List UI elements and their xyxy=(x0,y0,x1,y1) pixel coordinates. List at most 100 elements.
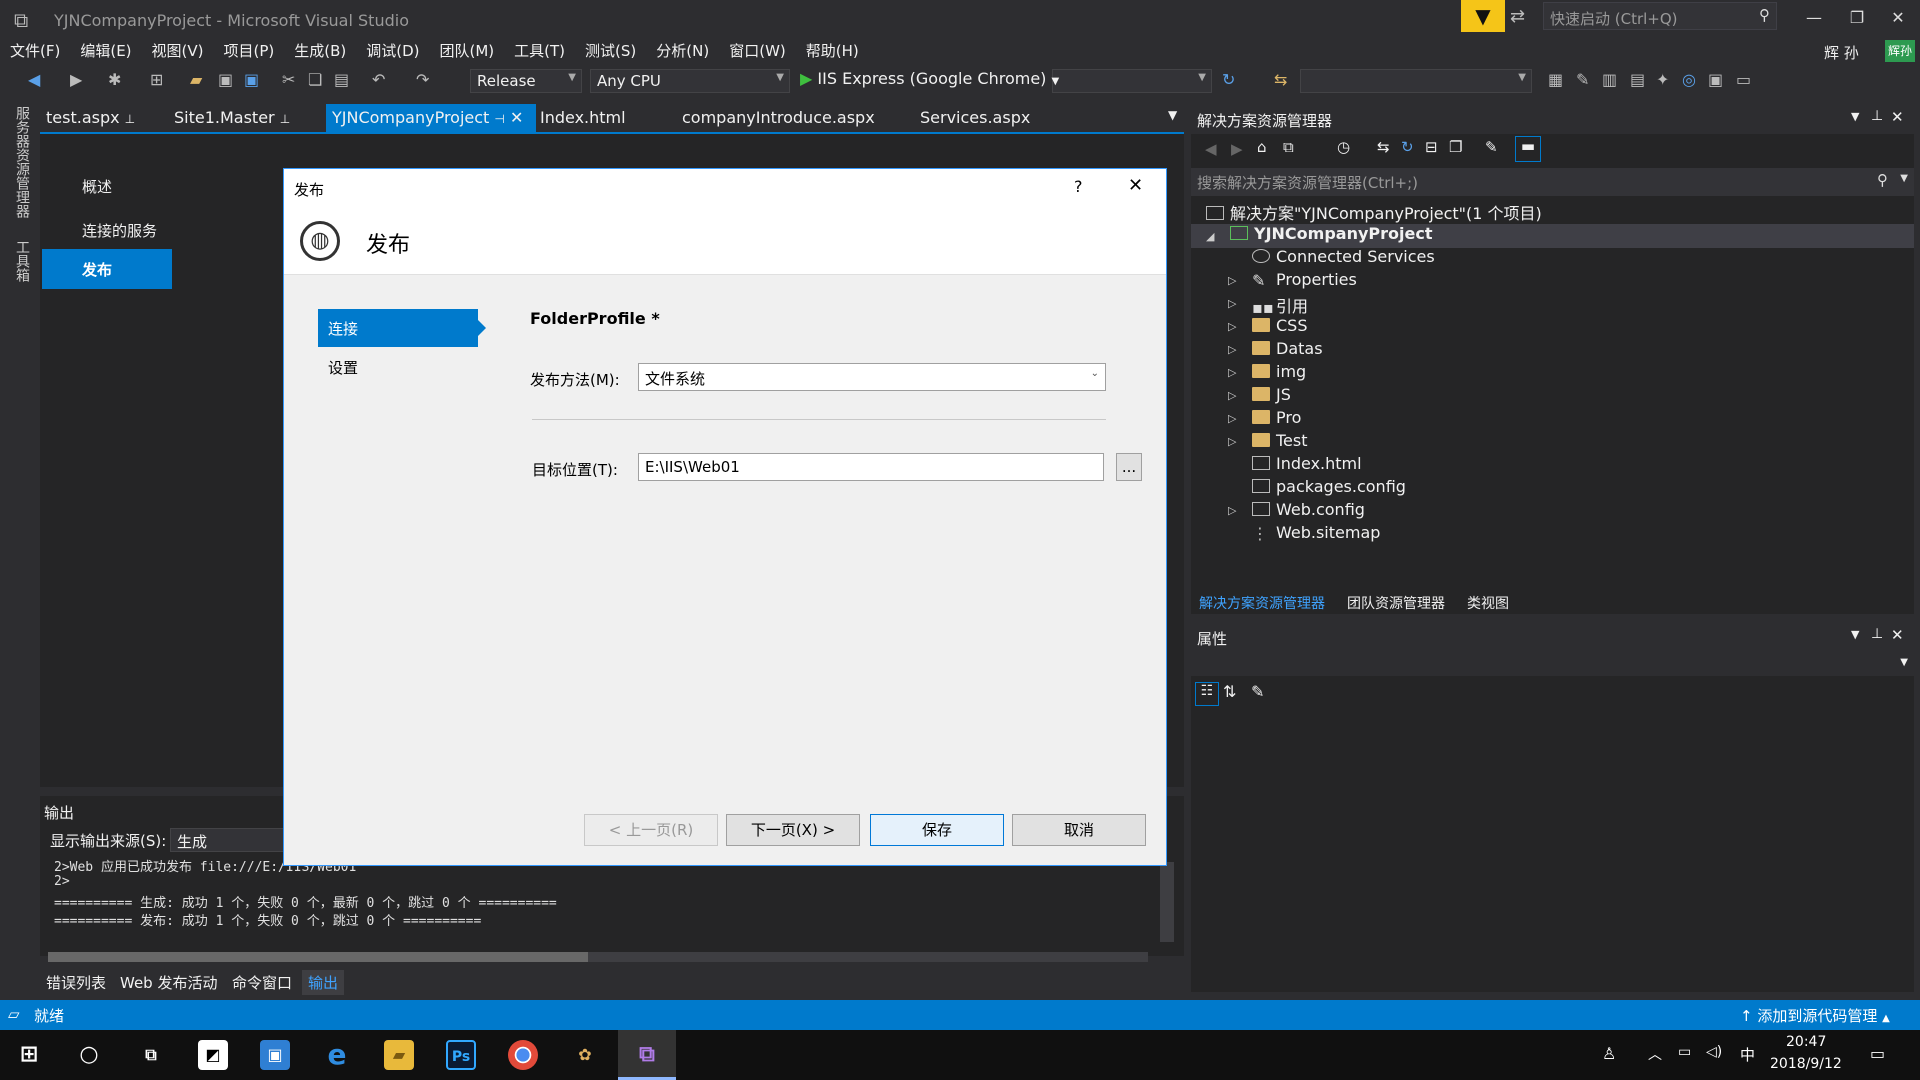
properties-object-select[interactable]: ▼ xyxy=(1191,652,1914,676)
restore-button[interactable]: ❐ xyxy=(1837,4,1877,32)
tree-item-packages-config[interactable]: packages.config xyxy=(1252,477,1406,496)
nav-connected-services[interactable]: 连接的服务 xyxy=(82,220,157,241)
expand-arrow-icon[interactable]: ▷ xyxy=(1228,389,1236,402)
avatar[interactable]: 辉孙 xyxy=(1885,40,1915,62)
menu-test[interactable]: 测试(S) xyxy=(575,40,646,62)
expand-arrow-icon[interactable]: ▷ xyxy=(1228,297,1236,310)
panel-menu-icon[interactable]: ▼ xyxy=(1851,628,1859,641)
collapse-arrow-icon[interactable]: ◢ xyxy=(1206,230,1214,243)
back-icon[interactable]: ◀ xyxy=(28,70,40,89)
sticky-notes-icon[interactable]: ◩ xyxy=(198,1040,228,1070)
dialog-nav-connection[interactable]: 连接 xyxy=(318,309,478,347)
menu-window[interactable]: 窗口(W) xyxy=(719,40,796,62)
forward-icon[interactable]: ▶ xyxy=(70,70,82,89)
undo-icon[interactable]: ↶ xyxy=(372,70,385,89)
toolbox-icon[interactable]: ▤ xyxy=(1630,70,1645,89)
target-location-input[interactable]: E:\IIS\Web01 xyxy=(638,453,1104,481)
property-pages-icon[interactable]: ✎ xyxy=(1251,682,1264,701)
show-all-files-icon[interactable]: ❐ xyxy=(1449,138,1462,156)
action-center-icon[interactable]: ▭ xyxy=(1870,1044,1885,1063)
tree-item-connected-services[interactable]: Connected Services xyxy=(1252,247,1435,266)
paint-icon[interactable]: ✿ xyxy=(570,1040,600,1070)
forward-icon[interactable]: ▶ xyxy=(1231,140,1243,158)
web-icon[interactable]: ◎ xyxy=(1682,70,1696,89)
tree-item-js[interactable]: JS xyxy=(1252,385,1291,404)
clock-time[interactable]: 20:47 xyxy=(1786,1034,1826,1050)
cancel-button[interactable]: 取消 xyxy=(1012,814,1146,846)
expand-arrow-icon[interactable]: ▷ xyxy=(1228,320,1236,333)
edge-browser-icon[interactable]: e xyxy=(322,1040,352,1070)
tab-site1-master[interactable]: Site1.Master ⊥ xyxy=(168,104,296,132)
expand-arrow-icon[interactable]: ▷ xyxy=(1228,274,1236,287)
tab-team-explorer[interactable]: 团队资源管理器 xyxy=(1347,593,1445,613)
ime-indicator[interactable]: 中 xyxy=(1740,1044,1755,1065)
solution-configuration-select[interactable]: ▼ xyxy=(1300,69,1532,93)
command-window-icon[interactable]: ▭ xyxy=(1736,70,1751,89)
tab-test-aspx[interactable]: test.aspx ⊥ xyxy=(40,104,141,132)
panel-menu-icon[interactable]: ▼ xyxy=(1851,110,1859,123)
tree-item-properties[interactable]: ✎ Properties xyxy=(1252,270,1357,290)
expand-arrow-icon[interactable]: ▷ xyxy=(1228,435,1236,448)
expand-arrow-icon[interactable]: ▷ xyxy=(1228,343,1236,356)
taskbar-active-app[interactable]: ⧉ xyxy=(618,1030,676,1080)
expand-arrow-icon[interactable]: ▷ xyxy=(1228,504,1236,517)
menu-help[interactable]: 帮助(H) xyxy=(796,40,869,62)
tab-companyintroduce-aspx[interactable]: companyIntroduce.aspx xyxy=(676,104,881,132)
expand-arrow-icon[interactable]: ▷ xyxy=(1228,412,1236,425)
project-node[interactable]: YJNCompanyProject xyxy=(1230,224,1432,243)
previous-button[interactable]: < 上一页(R) xyxy=(584,814,718,846)
expand-arrow-icon[interactable]: ▷ xyxy=(1228,366,1236,379)
tree-item-references[interactable]: ▪▪ 引用 xyxy=(1252,293,1308,317)
tab-overflow-icon[interactable]: ▼ xyxy=(1162,104,1183,132)
tray-chevron-icon[interactable]: ︿ xyxy=(1648,1044,1662,1064)
tab-yjncompanyproject[interactable]: YJNCompanyProject ⊣ ✕ xyxy=(326,104,536,132)
add-item-icon[interactable]: ⊞ xyxy=(150,70,163,89)
browse-button[interactable]: ... xyxy=(1116,453,1142,481)
file-explorer-icon[interactable]: ▰ xyxy=(384,1040,414,1070)
notification-flag-icon[interactable]: ▼ xyxy=(1461,0,1505,32)
menu-tools[interactable]: 工具(T) xyxy=(504,40,575,62)
collapse-all-icon[interactable]: ⊟ xyxy=(1425,138,1438,156)
pending-changes-icon[interactable]: ◷ xyxy=(1337,138,1350,156)
save-icon[interactable]: ▣ xyxy=(218,70,233,89)
dialog-close-button[interactable]: ✕ xyxy=(1128,175,1143,196)
close-icon[interactable]: ✕ xyxy=(1891,108,1904,126)
browser-link-icon[interactable]: ⇆ xyxy=(1274,70,1287,89)
new-project-icon[interactable]: ✱ xyxy=(108,70,121,89)
team-explorer-icon[interactable]: ✦ xyxy=(1656,70,1669,89)
back-icon[interactable]: ◀ xyxy=(1205,140,1217,158)
chrome-icon[interactable] xyxy=(508,1040,538,1070)
volume-icon[interactable]: ◁) xyxy=(1706,1044,1722,1060)
refresh-icon[interactable]: ↻ xyxy=(1222,70,1235,89)
solution-search-input[interactable]: 搜索解决方案资源管理器(Ctrl+;) ⚲ ▼ xyxy=(1191,168,1914,196)
feedback-icon[interactable]: ⇄ xyxy=(1510,6,1525,27)
minimize-button[interactable]: — xyxy=(1794,4,1834,32)
configuration-select[interactable]: Release ▼ xyxy=(470,69,582,93)
vertical-scrollbar[interactable] xyxy=(1160,862,1174,942)
tab-index-html[interactable]: Index.html xyxy=(534,104,632,132)
server-explorer-tab[interactable]: 服务器资源管理器 xyxy=(12,106,32,218)
preview-icon[interactable]: ▬ xyxy=(1515,136,1541,162)
menu-build[interactable]: 生成(B) xyxy=(284,40,356,62)
properties-icon[interactable]: ✎ xyxy=(1485,138,1498,156)
publish-method-select[interactable]: 文件系统 ⌄ xyxy=(638,363,1106,391)
save-button[interactable]: 保存 xyxy=(870,814,1004,846)
pin-icon[interactable]: ⊥ xyxy=(125,112,135,126)
cut-icon[interactable]: ✂ xyxy=(282,70,295,89)
nav-overview[interactable]: 概述 xyxy=(82,176,112,197)
tab-error-list[interactable]: 错误列表 xyxy=(46,972,106,993)
menu-team[interactable]: 团队(M) xyxy=(430,40,505,62)
tree-item-css[interactable]: CSS xyxy=(1252,316,1307,335)
pin-icon[interactable]: ⊥ xyxy=(1871,108,1883,124)
tree-item-datas[interactable]: Datas xyxy=(1252,339,1323,358)
tab-services-aspx[interactable]: Services.aspx xyxy=(914,104,1036,132)
menu-project[interactable]: 项目(P) xyxy=(214,40,285,62)
save-all-icon[interactable]: ▣ xyxy=(244,70,259,89)
solution-explorer-icon[interactable]: ▦ xyxy=(1548,70,1563,89)
add-to-source-control-button[interactable]: ↑ 添加到源代码管理 ▲ xyxy=(1740,1005,1890,1026)
menu-file[interactable]: 文件(F) xyxy=(0,40,70,62)
refresh-icon[interactable]: ↻ xyxy=(1401,138,1414,156)
pin-icon[interactable]: ⊣ xyxy=(494,112,504,126)
tab-output[interactable]: 输出 xyxy=(302,970,345,995)
pin-icon[interactable]: ⊥ xyxy=(1871,626,1883,642)
